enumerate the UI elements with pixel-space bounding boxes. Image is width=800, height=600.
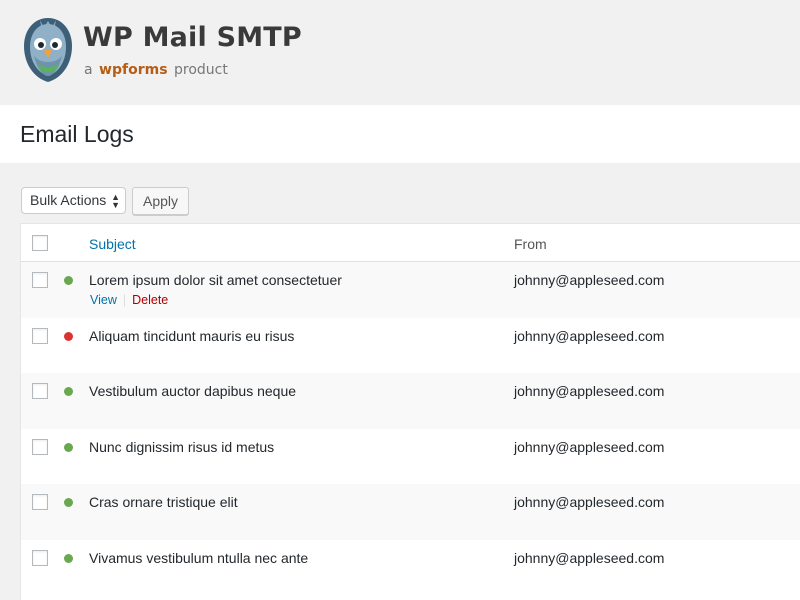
column-header-subject[interactable]: Subject (89, 236, 136, 252)
table-row: Vestibulum auctor dapibus neque johnny@a… (21, 373, 800, 429)
table-header: Subject From (21, 224, 800, 262)
row-from: johnny@appleseed.com (514, 494, 665, 510)
table-row: Lorem ipsum dolor sit amet consectetuer … (21, 262, 800, 318)
delete-link[interactable]: Delete (132, 293, 168, 307)
apply-button[interactable]: Apply (132, 187, 189, 215)
select-arrows-icon: ▲ ▼ (111, 192, 120, 210)
row-subject[interactable]: Aliquam tincidunt mauris eu risus (89, 328, 294, 344)
brand-tagline-prefix: a (84, 62, 93, 78)
row-subject[interactable]: Lorem ipsum dolor sit amet consectetuer (89, 272, 342, 288)
bulk-actions-label: Bulk Actions (30, 192, 107, 208)
email-logs-table: Subject From Lorem ipsum dolor sit amet … (20, 223, 800, 600)
select-all-checkbox[interactable] (32, 235, 48, 251)
action-separator: | (122, 293, 127, 307)
row-subject[interactable]: Cras ornare tristique elit (89, 494, 238, 510)
row-from: johnny@appleseed.com (514, 438, 665, 455)
page-title-bar: Email Logs (0, 105, 800, 163)
row-from: johnny@appleseed.com (514, 383, 665, 399)
row-from: johnny@appleseed.com (514, 272, 665, 288)
row-checkbox[interactable] (32, 272, 48, 288)
row-subject[interactable]: Nunc dignissim risus id metus (89, 439, 274, 455)
row-from: johnny@appleseed.com (514, 327, 665, 344)
pigeon-logo-icon (20, 16, 76, 84)
row-checkbox[interactable] (32, 438, 48, 455)
column-header-from: From (514, 236, 547, 252)
brand-tagline: a wpforms product (84, 62, 228, 78)
table-row: Aliquam tincidunt mauris eu risus johnny… (21, 318, 800, 374)
plugin-header: WP Mail SMTP a wpforms product (0, 0, 800, 105)
brand-title: WP Mail SMTP (83, 22, 302, 53)
status-dot-icon (64, 553, 73, 563)
status-dot-icon (64, 498, 73, 507)
row-subject[interactable]: Vivamus vestibulum ntulla nec ante (89, 550, 308, 566)
page-title: Email Logs (20, 121, 134, 147)
row-checkbox[interactable] (32, 327, 48, 344)
bulk-actions-select[interactable]: Bulk Actions ▲ ▼ (21, 187, 126, 214)
status-dot-icon (64, 387, 73, 396)
brand-tagline-suffix: product (174, 62, 228, 78)
status-dot-icon (64, 331, 73, 341)
row-actions: View | Delete (90, 293, 168, 307)
table-row: Cras ornare tristique elit johnny@apples… (21, 484, 800, 540)
row-from: johnny@appleseed.com (514, 549, 665, 566)
status-dot-icon (64, 442, 73, 452)
wpforms-logo-text: wpforms (99, 62, 168, 78)
row-checkbox[interactable] (32, 494, 48, 510)
row-checkbox[interactable] (32, 383, 48, 399)
table-row: Nunc dignissim risus id metus johnny@app… (21, 429, 800, 485)
status-dot-icon (64, 276, 73, 285)
row-checkbox[interactable] (32, 549, 48, 566)
row-subject[interactable]: Vestibulum auctor dapibus neque (89, 383, 296, 399)
view-link[interactable]: View (90, 293, 117, 307)
table-row: Vivamus vestibulum ntulla nec ante johnn… (21, 540, 800, 596)
